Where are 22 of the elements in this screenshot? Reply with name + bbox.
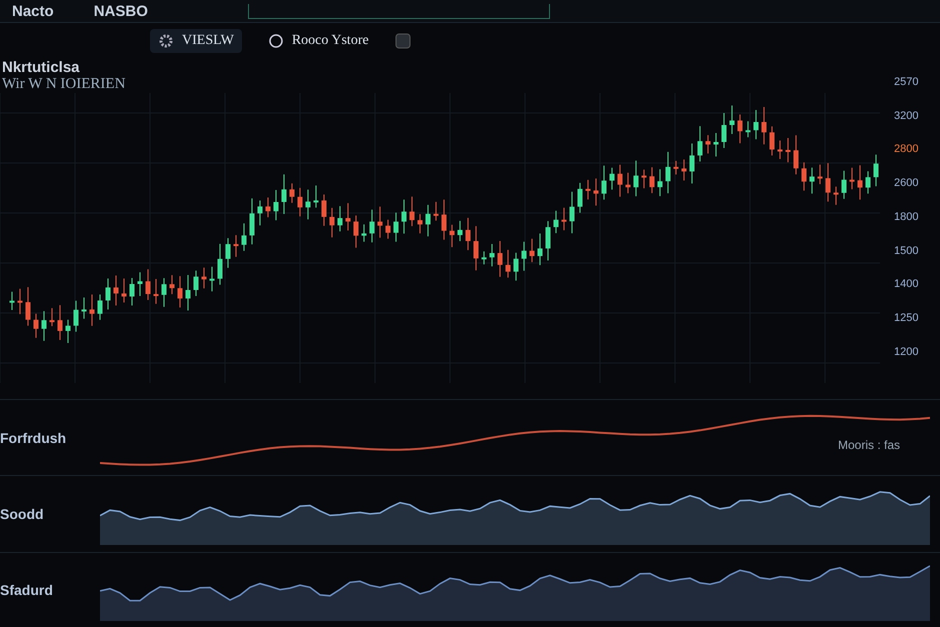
toolbar-button[interactable]: Rooco Ystore [260,29,377,53]
header-label: NASBO [94,2,148,20]
chart-title: Nkrtuticlsa [1,59,81,76]
indicator-note: Mooris : fas [838,438,900,452]
price-label: 1400 [894,278,920,290]
chart-subtitle: Wir W N IOIERIEN [1,76,126,93]
price-label: 2600 [894,177,920,190]
price-label: 1250 [894,312,920,324]
price-label: 1200 [894,346,920,358]
toolbar-button[interactable]: VIESLW [150,29,242,53]
header-label: Nacto [12,2,54,20]
price-label: 1800 [894,210,920,223]
price-label: 3200 [894,110,920,122]
price-label: 2800 [894,143,920,156]
search-field[interactable] [248,4,550,18]
price-label: 2570 [894,76,920,88]
indicator-label: Sfadurd [0,582,54,598]
indicator-label: Forfrdush [0,430,68,446]
circle-icon [268,33,284,49]
price-label: 1500 [894,244,920,257]
square-icon[interactable] [394,33,411,49]
indicator-label: Soodd [0,506,45,522]
